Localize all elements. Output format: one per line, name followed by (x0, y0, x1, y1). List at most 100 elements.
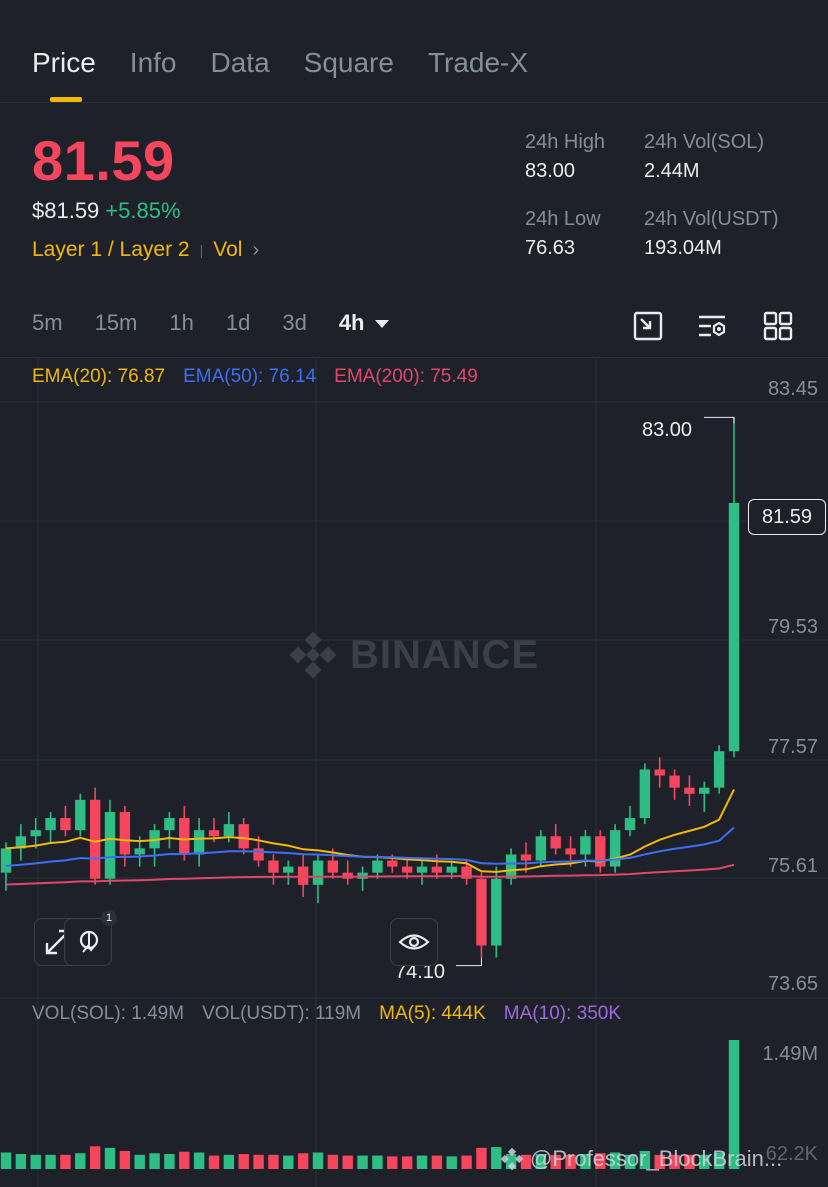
candle-body (134, 848, 145, 855)
hide-indicators-button[interactable] (390, 918, 438, 966)
credit-text: @Professor_BlockBrain... (530, 1146, 783, 1171)
candle-body (119, 811, 131, 855)
vol-y-tick-label: 1.49M (762, 1043, 818, 1065)
interval-4h[interactable]: 4h (339, 310, 389, 336)
high-marker-line (704, 416, 735, 424)
price-chart[interactable] (0, 358, 828, 1187)
usd-price: $81.59 (32, 198, 100, 223)
grid-layout-icon[interactable] (762, 310, 794, 342)
y-tick-label: 77.57 (767, 736, 818, 758)
candle-body (580, 836, 591, 855)
candle-body (684, 787, 695, 794)
interval-1d[interactable]: 1d (226, 310, 250, 336)
tag-vol[interactable]: Vol (213, 238, 242, 262)
stat-value: 193.04M (644, 237, 722, 259)
stat-24h-vol-sol: 24h Vol(SOL) 2.44M (644, 131, 764, 183)
ma10-legend: MA(10): 350K (503, 1003, 622, 1024)
last-price: 81.59 (32, 129, 175, 192)
stat-label: 24h Vol(SOL) (644, 131, 765, 153)
candle-body (179, 818, 190, 855)
y-tick-label: 75.61 (767, 855, 818, 877)
candle-body (0, 848, 12, 873)
interval-1h[interactable]: 1h (169, 310, 193, 336)
volume-bar (119, 1150, 131, 1169)
volume-bar (238, 1154, 249, 1169)
volume-bar (164, 1154, 175, 1169)
volume-bar (416, 1155, 428, 1169)
candle-body (401, 866, 413, 873)
candle-body (283, 866, 294, 873)
candle-body (416, 866, 428, 873)
current-price-tag: 81.59 (748, 499, 826, 535)
volume-bar (357, 1155, 368, 1169)
candle-body (550, 836, 561, 849)
interval-4h-label: 4h (338, 310, 365, 335)
tab-data[interactable]: Data (211, 44, 270, 84)
volume-bar (431, 1155, 443, 1169)
tabs-divider (0, 102, 828, 103)
stat-24h-vol-usdt: 24h Vol(USDT) 193.04M (644, 208, 779, 260)
volume-bar (193, 1152, 205, 1169)
low-marker-line (456, 957, 482, 967)
interval-15m[interactable]: 15m (95, 310, 138, 336)
tab-info[interactable]: Info (130, 44, 177, 84)
candle-body (312, 860, 324, 885)
candle-body (89, 799, 101, 879)
candle-body (728, 502, 740, 752)
volume-bar (253, 1154, 264, 1169)
candle-body (60, 818, 71, 831)
ma5-legend: MA(5): 444K (379, 1003, 486, 1024)
y-tick-label: 79.53 (767, 616, 818, 638)
volume-bar (446, 1156, 457, 1169)
interval-selector: 5m 15m 1h 1d 3d 4h (32, 310, 389, 336)
fullscreen-chart-icon[interactable] (632, 310, 664, 342)
volume-bar (134, 1154, 145, 1169)
candle-body (565, 848, 576, 855)
candle-body (609, 830, 621, 867)
drawing-tool-icon (79, 930, 99, 953)
candle-body (164, 818, 175, 831)
candle-body (45, 818, 56, 831)
caret-down-icon (374, 320, 389, 329)
volume-bar (104, 1147, 116, 1169)
stat-24h-high: 24h High 83.00 (525, 131, 605, 183)
tab-price[interactable]: Price (32, 44, 96, 102)
usd-price-row: $81.59 +5.85% (32, 198, 181, 224)
candle-body (238, 824, 249, 849)
interval-5m[interactable]: 5m (32, 310, 63, 336)
volume-legend: VOL(SOL): 1.49M VOL(USDT): 119M MA(5): 4… (32, 1003, 621, 1025)
volume-bar (45, 1154, 56, 1169)
candle-body (699, 787, 710, 794)
volume-bar (283, 1155, 294, 1169)
tab-trade-x[interactable]: Trade-X (428, 44, 528, 84)
volume-bar (372, 1155, 383, 1169)
volume-bar (15, 1154, 27, 1169)
badge-count: 1 (101, 910, 117, 926)
candle-body (669, 775, 680, 788)
candle-body (75, 799, 86, 831)
tab-square[interactable]: Square (304, 44, 394, 84)
volume-bar (312, 1152, 324, 1169)
interval-3d[interactable]: 3d (282, 310, 306, 336)
volume-bar (89, 1146, 101, 1169)
volume-bar (476, 1147, 487, 1169)
credit-watermark: @Professor_BlockBrain... (500, 1146, 782, 1172)
candle-body (431, 866, 443, 873)
binance-logo-icon (289, 631, 337, 679)
eye-icon (398, 934, 430, 950)
volume-bar (223, 1154, 235, 1169)
candle-body (476, 878, 487, 946)
chevron-right-icon[interactable]: › (252, 239, 259, 262)
candle-body (387, 860, 398, 867)
candle-body (223, 824, 235, 837)
candle-body (208, 830, 220, 837)
top-tabs: Price Info Data Square Trade-X (32, 44, 528, 102)
volume-bar (30, 1154, 41, 1169)
stat-value: 76.63 (525, 237, 576, 259)
candle-body (713, 751, 725, 788)
ema-legend: EMA(20): 76.87 EMA(50): 76.14 EMA(200): … (32, 366, 478, 388)
y-tick-label: 83.45 (767, 378, 818, 400)
volume-bar (268, 1154, 279, 1169)
indicator-settings-icon[interactable] (696, 310, 728, 342)
tag-layer[interactable]: Layer 1 / Layer 2 (32, 238, 190, 262)
